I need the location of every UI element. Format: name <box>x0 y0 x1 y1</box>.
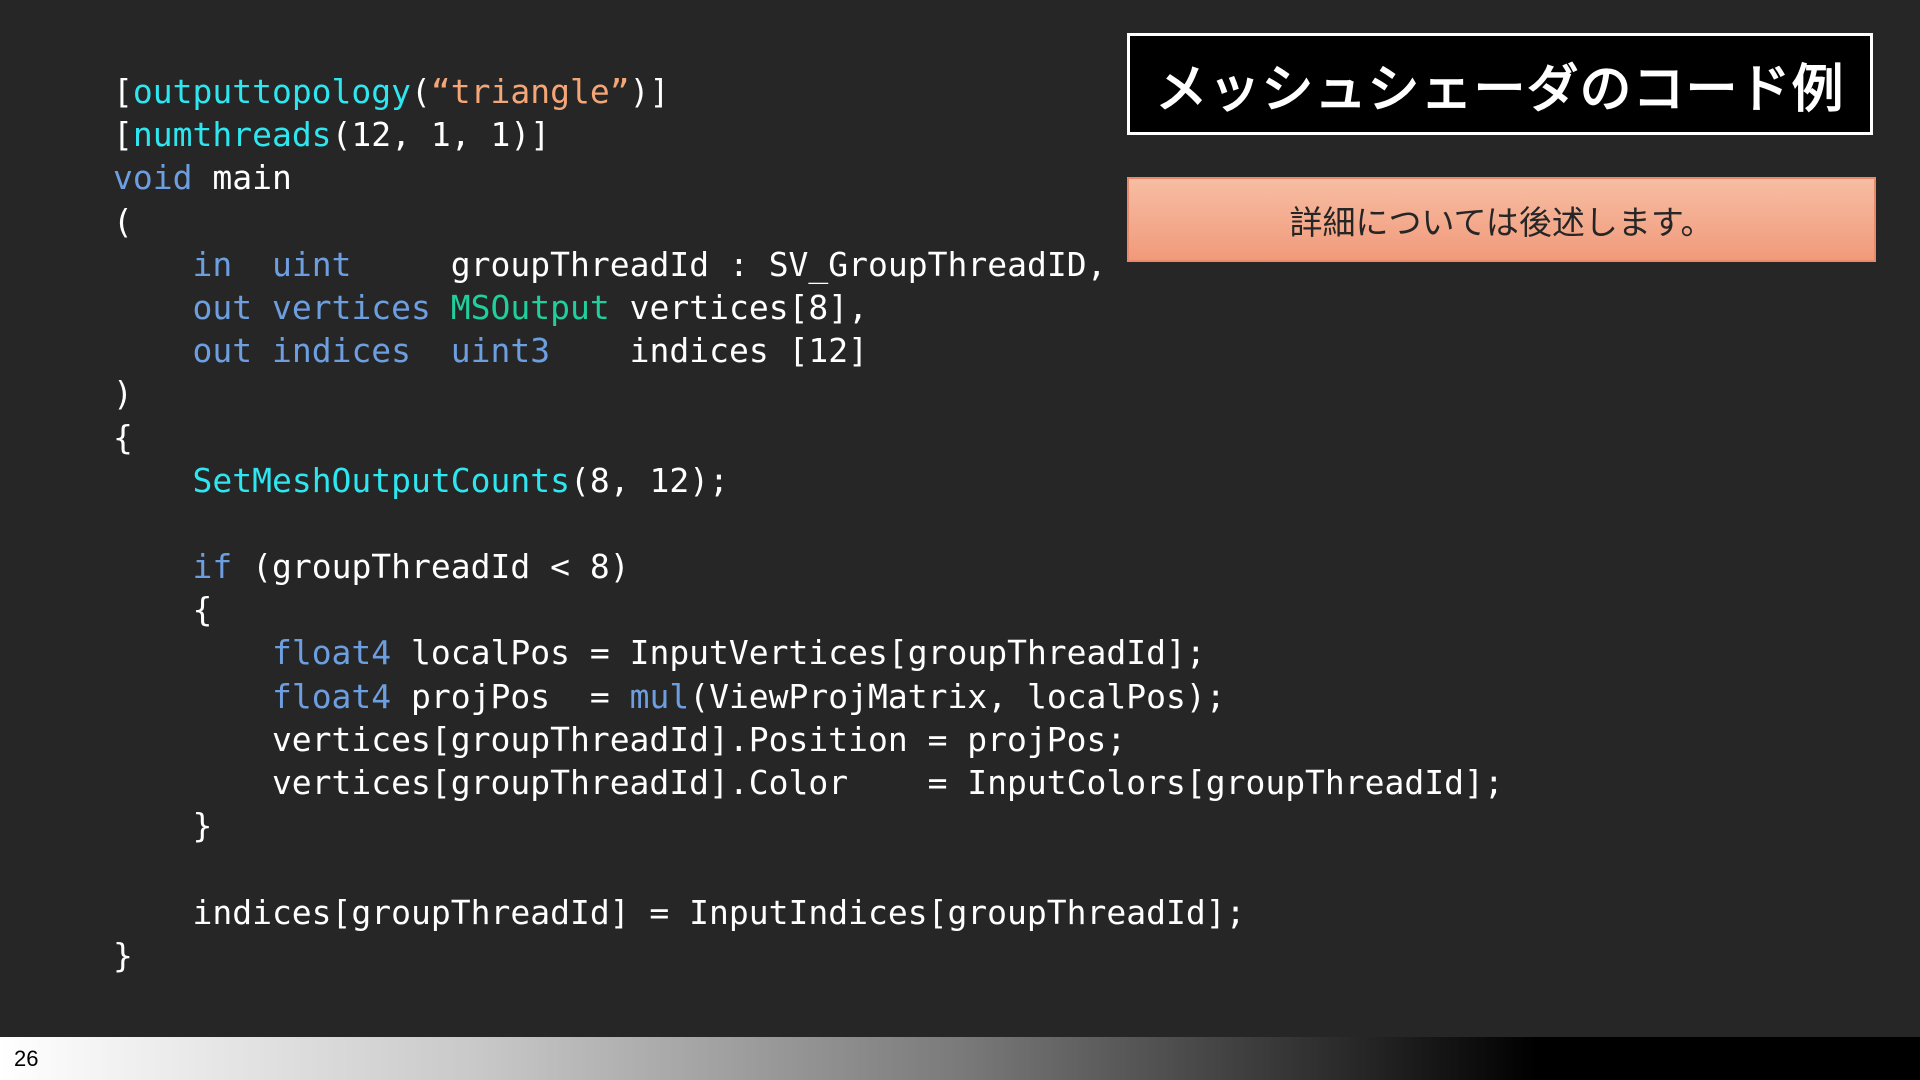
code-token-keyword: uint3 <box>450 331 551 371</box>
code-token-keyword: uint <box>271 244 352 284</box>
code-token-plain: projPos = <box>391 676 630 716</box>
code-line: vertices[groupThreadId].Color = InputCol… <box>113 761 1504 804</box>
code-token-plain: (8, 12); <box>569 460 729 500</box>
code-token-plain: vertices[groupThreadId].Color = InputCol… <box>113 763 1504 802</box>
code-token-plain: (groupThreadId < 8) <box>232 547 630 587</box>
code-token-keyword: if <box>192 547 233 587</box>
code-token-plain: main <box>192 158 292 198</box>
slide: [outputtopology(“triangle”)] [numthreads(… <box>0 0 1920 1080</box>
code-token-plain: (12, 1, 1)] <box>331 115 551 155</box>
code-token-plain: [ <box>113 115 133 155</box>
code-token-plain: ( <box>113 201 133 241</box>
code-token-plain: vertices[groupThreadId].Position = projP… <box>113 719 1127 759</box>
code-token-plain: } <box>113 806 213 846</box>
code-line: } <box>113 804 1504 847</box>
code-token-plain: (ViewProjMatrix, localPos); <box>689 676 1226 716</box>
code-token-keyword: float4 <box>271 633 392 673</box>
code-line: { <box>113 416 1504 459</box>
code-line: indices[groupThreadId] = InputIndices[gr… <box>113 891 1504 934</box>
code-token-keyword: vertices <box>271 287 431 327</box>
code-line: } <box>113 934 1504 977</box>
code-line: out indices uint3 indices [12] <box>113 329 1504 372</box>
code-token-plain: groupThreadId : SV_GroupThreadID, <box>351 244 1107 284</box>
title-box: メッシュシェーダのコード例 <box>1127 33 1873 135</box>
code-line: SetMeshOutputCounts(8, 12); <box>113 459 1504 502</box>
slide-title: メッシュシェーダのコード例 <box>1155 59 1845 120</box>
code-token-plain: [ <box>113 72 133 111</box>
note-text: 詳細については後述します。 <box>1289 202 1714 242</box>
code-line: float4 projPos = mul(ViewProjMatrix, loc… <box>113 675 1504 718</box>
code-line: float4 localPos = InputVertices[groupThr… <box>113 631 1504 674</box>
code-line: ) <box>113 372 1504 415</box>
code-line: out vertices MSOutput vertices[8], <box>113 286 1504 329</box>
code-token-plain: } <box>113 935 133 975</box>
code-line: vertices[groupThreadId].Position = projP… <box>113 718 1504 761</box>
code-token-keyword: mul <box>629 676 690 716</box>
code-token-keyword: float4 <box>271 676 392 716</box>
code-token-attr: outputtopology <box>132 72 412 111</box>
code-token-keyword: in <box>192 244 233 284</box>
code-line: { <box>113 588 1504 631</box>
code-token-keyword: void <box>113 158 193 198</box>
code-token-plain: indices[groupThreadId] = InputIndices[gr… <box>113 892 1246 932</box>
code-token-type: MSOutput <box>450 287 610 327</box>
code-token-plain: )] <box>629 72 670 111</box>
code-token-keyword: out <box>192 287 253 327</box>
code-token-plain: vertices[8], <box>609 287 869 327</box>
code-token-plain: indices [12] <box>550 331 869 371</box>
code-token-plain: { <box>113 417 133 457</box>
code-token-attr: numthreads <box>132 115 332 155</box>
note-callout: 詳細については後述します。 <box>1127 177 1876 262</box>
page-number: 26 <box>14 1046 39 1071</box>
code-token-plain: ( <box>411 72 431 111</box>
code-line: if (groupThreadId < 8) <box>113 545 1504 588</box>
code-token-plain: localPos = InputVertices[groupThreadId]; <box>391 633 1206 673</box>
code-token-string: “triangle” <box>430 72 630 111</box>
code-token-func: SetMeshOutputCounts <box>192 460 570 500</box>
code-token-keyword: out <box>192 331 253 371</box>
footer-gradient-bar <box>0 1037 1920 1080</box>
code-token-keyword: indices <box>271 331 412 371</box>
code-token-plain: { <box>113 590 213 630</box>
code-token-plain: ) <box>113 374 133 414</box>
